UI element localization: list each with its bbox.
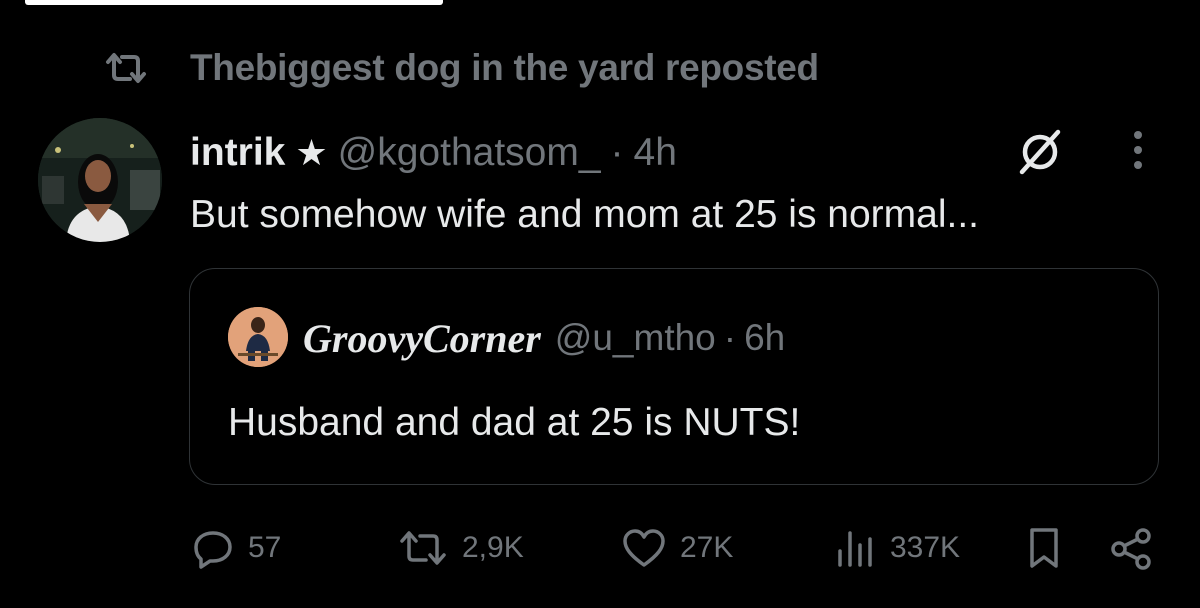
- author-avatar[interactable]: [38, 118, 162, 242]
- tweet-header: intrik ★ @kgothatsom_ · 4h: [190, 128, 677, 178]
- tweet-actions-bar: 57 2,9K 27K 337K: [0, 522, 1200, 574]
- like-button[interactable]: 27K: [620, 522, 733, 574]
- repost-icon: [100, 48, 152, 88]
- like-count: 27K: [680, 531, 734, 564]
- quoted-tweet-header: GroovyCorner @u_mtho · 6h: [303, 313, 785, 363]
- like-icon: [620, 525, 668, 571]
- separator-dot: ·: [723, 317, 737, 358]
- tweet-timestamp[interactable]: 4h: [634, 131, 677, 175]
- repost-button[interactable]: 2,9K: [396, 522, 524, 574]
- star-badge: ★: [295, 132, 328, 173]
- quoted-tweet-timestamp[interactable]: 6h: [744, 317, 785, 359]
- separator-dot: ·: [610, 131, 624, 174]
- author-handle[interactable]: @kgothatsom_: [338, 131, 601, 175]
- repost-context[interactable]: Thebiggest dog in the yard reposted: [100, 46, 819, 90]
- views-icon: [832, 525, 878, 571]
- views-button[interactable]: 337K: [832, 522, 960, 574]
- repost-icon: [396, 525, 450, 571]
- share-icon: [1106, 525, 1156, 571]
- views-count: 337K: [890, 531, 961, 564]
- more-options-icon[interactable]: [1126, 126, 1150, 176]
- reply-icon: [190, 525, 236, 571]
- top-scroll-indicator: [25, 0, 443, 5]
- share-button[interactable]: [1106, 522, 1156, 574]
- reply-count: 57: [248, 531, 282, 564]
- bookmark-icon: [1024, 525, 1064, 571]
- repost-label: Thebiggest dog in the yard reposted: [190, 47, 819, 88]
- quoted-author-handle[interactable]: @u_mtho: [555, 317, 716, 359]
- reply-button[interactable]: 57: [190, 522, 281, 574]
- quoted-author-name[interactable]: GroovyCorner: [303, 315, 541, 362]
- quoted-tweet-text: Husband and dad at 25 is NUTS!: [228, 401, 801, 444]
- bookmark-button[interactable]: [1024, 522, 1064, 574]
- quoted-author-avatar[interactable]: [228, 307, 288, 367]
- mute-icon[interactable]: [1010, 124, 1070, 180]
- quoted-tweet[interactable]: GroovyCorner @u_mtho · 6h Husband and da…: [189, 268, 1159, 485]
- repost-count: 2,9K: [462, 531, 524, 564]
- author-name[interactable]: intrik: [190, 131, 285, 175]
- tweet-text: But somehow wife and mom at 25 is normal…: [190, 193, 980, 236]
